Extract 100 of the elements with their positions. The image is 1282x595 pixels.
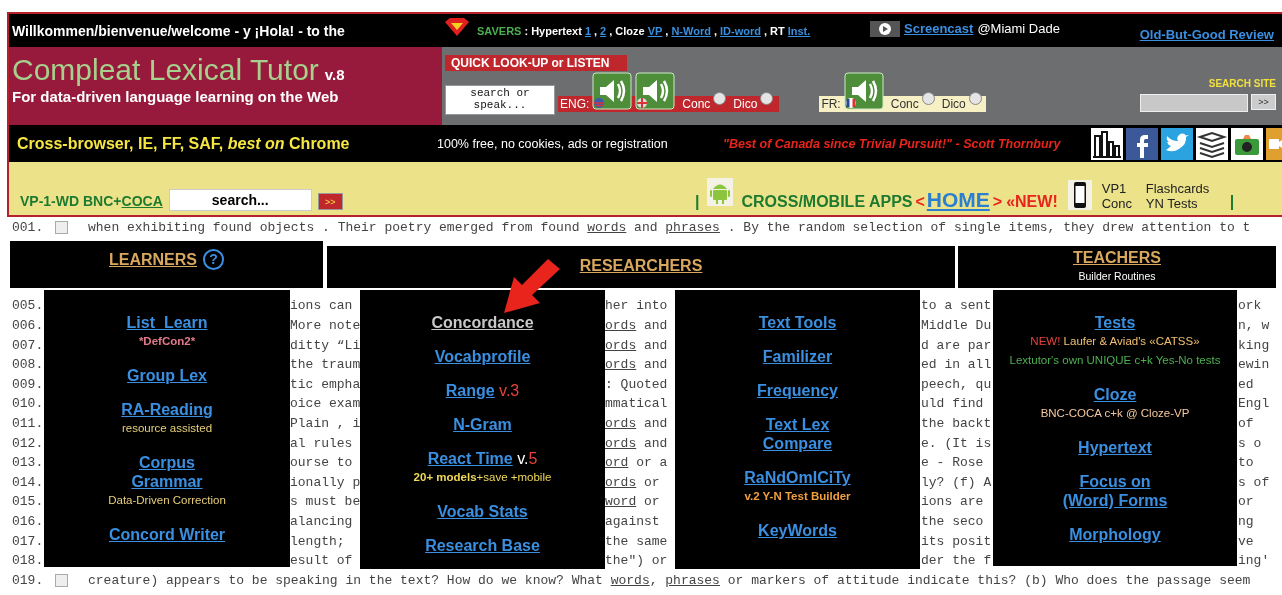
tool-link[interactable]: Morphology xyxy=(1069,525,1161,544)
section-link[interactable]: TEACHERS xyxy=(1073,249,1161,267)
line-number: 008. xyxy=(12,356,44,375)
saver-link[interactable]: Inst. xyxy=(787,24,811,37)
coca-link[interactable]: COCA xyxy=(121,191,163,211)
tool-link[interactable]: Text Lex Compare xyxy=(762,415,833,453)
tool-link[interactable]: Focus on (Word) Forms xyxy=(1062,472,1168,510)
saver-link[interactable]: 1 xyxy=(584,24,591,37)
line-text: mmatical xyxy=(605,395,669,414)
line-text: the") or xyxy=(605,552,669,571)
screencast-link[interactable]: Screencast xyxy=(904,21,974,36)
saver-link[interactable]: VP xyxy=(647,24,663,37)
speaker-icon[interactable] xyxy=(592,72,633,110)
line-text: e. (It is xyxy=(921,434,993,453)
savers-label: SAVERS xyxy=(477,24,522,37)
separator: | xyxy=(1229,193,1235,211)
tool-link[interactable]: Text Tools xyxy=(758,313,837,332)
search-site-label: SEARCH SITE xyxy=(1208,78,1276,89)
tool-link[interactable]: RA-Reading xyxy=(121,400,213,419)
go-button[interactable]: >> xyxy=(317,193,343,210)
go-button[interactable]: >> xyxy=(1251,94,1276,110)
tool-note: BNC-COCA c+k @ Cloze-VP xyxy=(1040,406,1190,421)
app-label[interactable]: YN Tests xyxy=(1145,196,1230,211)
section-link[interactable]: RESEARCHERS xyxy=(579,257,703,275)
radio-button[interactable] xyxy=(921,92,935,105)
line-text: alancing xyxy=(290,512,354,531)
line-text: ork xyxy=(1238,297,1263,316)
site-title: Compleat Lexical Tutor xyxy=(12,53,319,86)
radio-button[interactable] xyxy=(713,92,727,105)
saver-link[interactable]: N-Word xyxy=(671,24,711,37)
line-text: ords and xyxy=(605,414,669,433)
tool-link[interactable]: Vocabprofile xyxy=(434,347,531,366)
line-text: ions are xyxy=(921,493,985,512)
video-camera-icon[interactable] xyxy=(1266,127,1282,160)
tool-link[interactable]: Frequency xyxy=(757,381,838,400)
line-text: Plain , i xyxy=(290,414,360,433)
books-icon[interactable] xyxy=(1196,127,1228,160)
bracket-text: > xyxy=(992,193,1003,211)
section-link[interactable]: LEARNERS xyxy=(109,250,197,269)
help-icon[interactable]: ? xyxy=(203,249,224,270)
line-number: 007. xyxy=(12,336,44,355)
tool-link[interactable]: N-Gram xyxy=(453,415,512,434)
language-label: ENG: xyxy=(560,96,590,112)
bird-icon[interactable] xyxy=(1161,127,1193,160)
phone-icon[interactable] xyxy=(1067,180,1092,210)
tool-link[interactable]: Group Lex xyxy=(127,366,207,385)
checkbox[interactable] xyxy=(55,573,68,587)
lookup-field[interactable]: search or speak... xyxy=(445,85,555,115)
search-field[interactable]: search... xyxy=(168,189,312,211)
line-text: peech, qu xyxy=(921,375,993,394)
camera-icon[interactable] xyxy=(1231,127,1263,160)
checkbox[interactable] xyxy=(55,221,68,234)
line-text: its posit xyxy=(921,532,993,551)
tool-link[interactable]: Vocab Stats xyxy=(437,502,528,521)
line-number: 006. xyxy=(12,317,44,335)
facebook-icon[interactable] xyxy=(1126,127,1158,160)
tool-link[interactable]: Concordance xyxy=(431,313,534,332)
play-icon[interactable] xyxy=(870,20,900,37)
line-text: ed in all xyxy=(921,356,993,375)
radio-button[interactable] xyxy=(968,92,982,105)
tool-link[interactable]: Hypertext xyxy=(1078,438,1152,457)
tool-link[interactable]: Concord Writer xyxy=(108,525,226,544)
tool-link[interactable]: React Time xyxy=(427,449,513,468)
line-number: 016. xyxy=(12,512,44,531)
tool-link[interactable]: List_Learn xyxy=(126,313,208,332)
saver-link[interactable]: ID-word xyxy=(720,24,761,37)
welcome-text: Willkommen/bienvenue/welcome - y ¡Hola! - to the xyxy=(11,22,346,39)
line-text: al rules xyxy=(290,434,354,453)
home-link[interactable]: HOME xyxy=(926,189,990,211)
tool-link[interactable]: Familizer xyxy=(762,347,833,366)
line-text: d are par xyxy=(921,336,993,355)
bar-chart-icon[interactable] xyxy=(1091,127,1123,160)
tool-link[interactable]: RaNdOmICiTy xyxy=(744,468,851,487)
app-label[interactable]: Conc xyxy=(1101,196,1146,211)
tool-link[interactable]: KeyWords xyxy=(758,521,837,540)
corpus-label: VP-1-WD BNC+ xyxy=(20,192,122,211)
version-label: v.5 xyxy=(516,450,538,468)
line-text: the traum xyxy=(290,356,360,375)
tool-link[interactable]: Research Base xyxy=(425,536,540,555)
tool-link[interactable]: Corpus Grammar xyxy=(131,453,203,491)
tool-link[interactable]: Tests xyxy=(1094,313,1136,332)
speaker-icon[interactable] xyxy=(843,72,884,110)
line-number: 018. xyxy=(12,552,44,571)
tool-link[interactable]: Range xyxy=(445,381,495,400)
app-label[interactable]: VP1 xyxy=(1101,181,1146,196)
review-link[interactable]: Old-But-Good Review xyxy=(1139,27,1274,42)
speaker-icon[interactable] xyxy=(635,72,676,110)
line-text: ords or xyxy=(605,473,661,492)
radio-button[interactable] xyxy=(760,92,774,105)
tool-link[interactable]: Cloze xyxy=(1093,385,1137,404)
tool-note: resource assisted xyxy=(121,421,213,436)
line-text: king xyxy=(1238,336,1271,355)
line-number: 017. xyxy=(12,532,44,551)
app-label[interactable]: Flashcards xyxy=(1145,181,1230,196)
line-text: ve xyxy=(1238,532,1255,551)
site-search-field[interactable] xyxy=(1140,94,1248,112)
saver-label: : Hypertext xyxy=(524,24,582,37)
saver-link[interactable]: 2 xyxy=(600,24,607,37)
new-label: «NEW! xyxy=(1006,193,1058,211)
line-number: 011. xyxy=(12,414,44,433)
